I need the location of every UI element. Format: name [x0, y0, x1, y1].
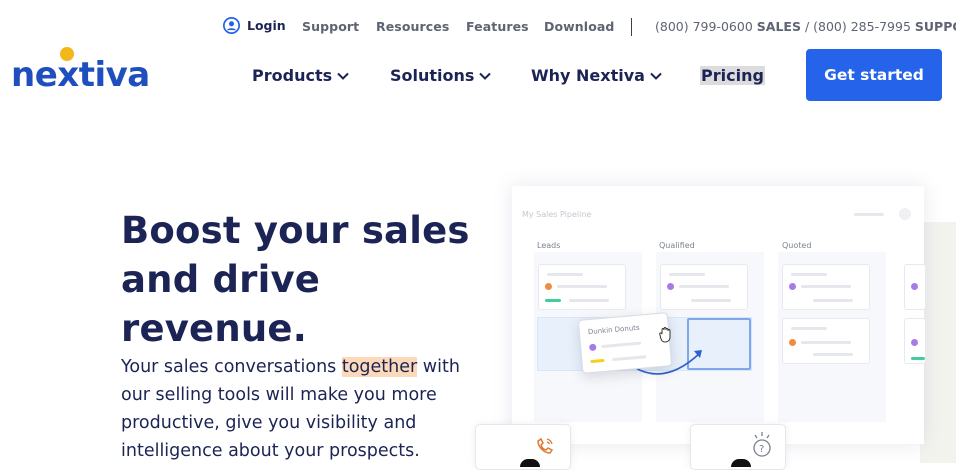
chevron-down-icon — [650, 72, 662, 80]
pipeline-card — [904, 264, 926, 310]
column-label-leads: Leads — [537, 241, 561, 250]
resources-link[interactable]: Resources — [376, 19, 449, 34]
phone-divider: / — [804, 19, 810, 34]
chevron-down-icon — [337, 72, 349, 80]
features-link[interactable]: Features — [466, 19, 529, 34]
nav-solutions-label: Solutions — [390, 66, 475, 85]
headline-line-1: Boost your sales — [121, 209, 470, 252]
user-icon — [223, 17, 240, 34]
phone-ringing-icon — [537, 437, 554, 454]
utility-bar: Login Support Resources Features Downloa… — [0, 17, 956, 37]
nav-pricing[interactable]: Pricing — [700, 66, 765, 85]
pipeline-card — [904, 318, 926, 364]
support-phone-label: SUPPORT — [914, 19, 956, 34]
question-bubble-icon: ? — [753, 432, 771, 457]
utility-divider — [631, 18, 632, 36]
column-label-quoted: Quoted — [782, 241, 812, 250]
board-avatar — [899, 208, 911, 220]
nav-why-nextiva-label: Why Nextiva — [531, 66, 645, 85]
feature-card-call — [475, 424, 571, 470]
support-link[interactable]: Support — [302, 19, 359, 34]
avatar-silhouette — [520, 459, 540, 467]
pipeline-card — [782, 318, 870, 364]
board-title: My Sales Pipeline — [522, 210, 592, 219]
nav-products[interactable]: Products — [252, 66, 349, 85]
pipeline-card — [660, 264, 748, 310]
sales-pipeline-illustration: My Sales Pipeline Leads Qualified Quoted — [512, 186, 926, 444]
pipeline-card — [782, 264, 870, 310]
pipeline-card — [538, 264, 626, 310]
phone-numbers: (800) 799-0600 SALES / (800) 285-7995 SU… — [655, 19, 956, 34]
headline-line-2: and drive revenue. — [121, 258, 321, 350]
chevron-down-icon — [479, 72, 492, 80]
para-before: Your sales conversations — [121, 357, 342, 377]
dragged-card-title: Dunkin Donuts — [587, 323, 640, 337]
nav-pricing-label: Pricing — [700, 66, 765, 85]
nav-solutions[interactable]: Solutions — [390, 66, 492, 85]
nav-why-nextiva[interactable]: Why Nextiva — [531, 66, 662, 85]
support-phone-number[interactable]: (800) 285-7995 — [813, 19, 911, 34]
logo-wordmark: nextiva — [11, 55, 150, 90]
hero-paragraph: Your sales conversations together with o… — [121, 353, 491, 465]
download-link[interactable]: Download — [544, 19, 614, 34]
grab-cursor-icon — [659, 327, 671, 343]
login-link[interactable]: Login — [223, 17, 286, 34]
get-started-button[interactable]: Get started — [806, 49, 942, 101]
login-label: Login — [247, 18, 286, 33]
nav-products-label: Products — [252, 66, 333, 85]
para-highlight: together — [341, 357, 418, 377]
sales-phone-label: SALES — [756, 19, 801, 34]
column-label-qualified: Qualified — [659, 241, 695, 250]
svg-text:?: ? — [759, 444, 764, 455]
sales-phone-number[interactable]: (800) 799-0600 — [655, 19, 753, 34]
nextiva-logo[interactable]: nextiva — [11, 44, 156, 90]
feature-card-chat: ? — [690, 424, 786, 470]
board-header-bar — [854, 213, 884, 216]
avatar-silhouette — [731, 459, 751, 467]
hero-headline: Boost your sales and drive revenue. — [121, 206, 501, 353]
